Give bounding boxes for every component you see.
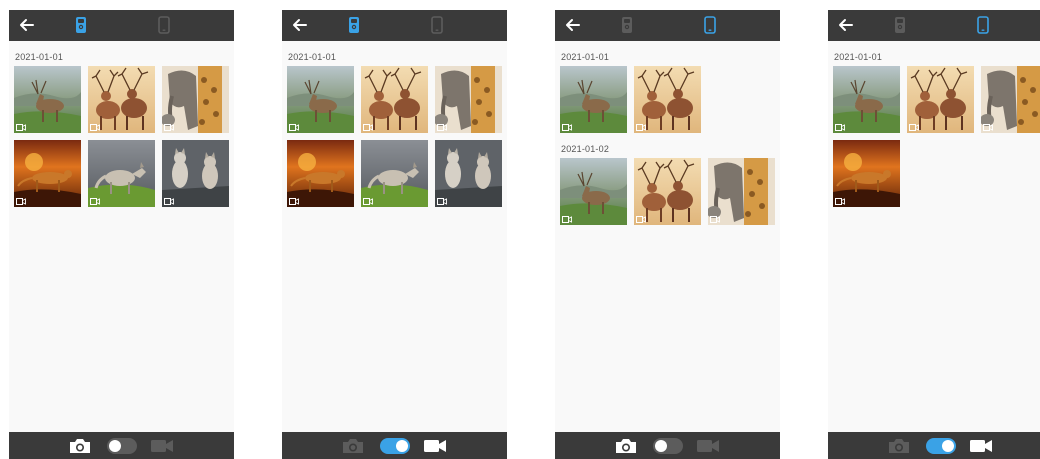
video-badge-icon	[909, 124, 919, 131]
mode-toggle[interactable]	[107, 438, 137, 454]
video-badge-icon	[835, 124, 845, 131]
video-badge-icon	[437, 198, 447, 205]
video-badge-icon	[562, 124, 572, 131]
toggle-knob	[109, 440, 121, 452]
phone-screen: 2021-01-01 2021-01-02	[555, 10, 780, 459]
phone-screen: 2021-01-01	[282, 10, 507, 459]
thumbnail-stags[interactable]	[634, 66, 701, 133]
thumbnail-elephant-giraffe[interactable]	[162, 66, 229, 133]
thumbnail-deer[interactable]	[287, 66, 354, 133]
phone-icon[interactable]	[158, 16, 170, 34]
thumbnail-stags[interactable]	[88, 66, 155, 133]
camera-icon[interactable]	[888, 438, 910, 454]
phone-screen: 2021-01-01	[828, 10, 1040, 459]
bottom-bar	[828, 432, 1040, 459]
video-badge-icon	[90, 124, 100, 131]
camera-icon[interactable]	[69, 438, 91, 454]
phone-icon[interactable]	[977, 16, 989, 34]
top-bar	[282, 10, 507, 41]
thumbnail-stags[interactable]	[907, 66, 974, 133]
mode-toggle[interactable]	[653, 438, 683, 454]
video-badge-icon	[562, 216, 572, 223]
thumbnail-deer[interactable]	[14, 66, 81, 133]
video-badge-icon	[363, 198, 373, 205]
video-badge-icon	[16, 198, 26, 205]
bottom-bar	[9, 432, 234, 459]
bottom-bar	[555, 432, 780, 459]
back-arrow-icon[interactable]	[18, 16, 36, 34]
video-badge-icon	[90, 198, 100, 205]
video-badge-icon	[983, 124, 993, 131]
phone-icon[interactable]	[704, 16, 716, 34]
camera-device-icon[interactable]	[621, 16, 633, 34]
mode-toggle[interactable]	[926, 438, 956, 454]
group-date-label: 2021-01-01	[15, 52, 64, 62]
thumbnail-deer[interactable]	[833, 66, 900, 133]
camera-device-icon[interactable]	[75, 16, 87, 34]
video-badge-icon	[636, 124, 646, 131]
camera-device-icon[interactable]	[894, 16, 906, 34]
video-badge-icon	[164, 198, 174, 205]
thumbnail-wolves[interactable]	[162, 140, 229, 207]
thumbnail-stags[interactable]	[634, 158, 701, 225]
group-date-label: 2021-01-01	[834, 52, 883, 62]
video-badge-icon	[437, 124, 447, 131]
thumbnail-elephant-giraffe[interactable]	[981, 66, 1040, 133]
video-camera-icon[interactable]	[150, 438, 174, 454]
thumbnail-cheetah[interactable]	[833, 140, 900, 207]
camera-icon[interactable]	[615, 438, 637, 454]
toggle-knob	[655, 440, 667, 452]
video-badge-icon	[636, 216, 646, 223]
video-badge-icon	[289, 124, 299, 131]
phone-screen: 2021-01-01	[9, 10, 234, 459]
thumbnail-cheetah[interactable]	[14, 140, 81, 207]
thumbnail-deer[interactable]	[560, 158, 627, 225]
video-badge-icon	[710, 216, 720, 223]
thumbnail-cheetah[interactable]	[287, 140, 354, 207]
thumbnail-wolf[interactable]	[88, 140, 155, 207]
thumbnail-wolves[interactable]	[435, 140, 502, 207]
back-arrow-icon[interactable]	[291, 16, 309, 34]
camera-device-icon[interactable]	[348, 16, 360, 34]
top-bar	[828, 10, 1040, 41]
video-badge-icon	[835, 198, 845, 205]
thumbnail-stags[interactable]	[361, 66, 428, 133]
mode-toggle[interactable]	[380, 438, 410, 454]
thumbnail-wolf[interactable]	[361, 140, 428, 207]
back-arrow-icon[interactable]	[564, 16, 582, 34]
thumbnail-elephant-giraffe[interactable]	[435, 66, 502, 133]
phone-icon[interactable]	[431, 16, 443, 34]
camera-icon[interactable]	[342, 438, 364, 454]
video-badge-icon	[16, 124, 26, 131]
video-camera-icon[interactable]	[696, 438, 720, 454]
toggle-knob	[942, 440, 954, 452]
video-badge-icon	[164, 124, 174, 131]
video-badge-icon	[363, 124, 373, 131]
back-arrow-icon[interactable]	[837, 16, 855, 34]
thumbnail-elephant-giraffe[interactable]	[708, 158, 775, 225]
toggle-knob	[396, 440, 408, 452]
thumbnail-deer[interactable]	[560, 66, 627, 133]
top-bar	[9, 10, 234, 41]
group-date-label: 2021-01-01	[561, 52, 610, 62]
top-bar	[555, 10, 780, 41]
bottom-bar	[282, 432, 507, 459]
video-badge-icon	[289, 198, 299, 205]
video-camera-icon[interactable]	[423, 438, 447, 454]
video-camera-icon[interactable]	[969, 438, 993, 454]
group-date-label: 2021-01-01	[288, 52, 337, 62]
group-date-label: 2021-01-02	[561, 144, 610, 154]
